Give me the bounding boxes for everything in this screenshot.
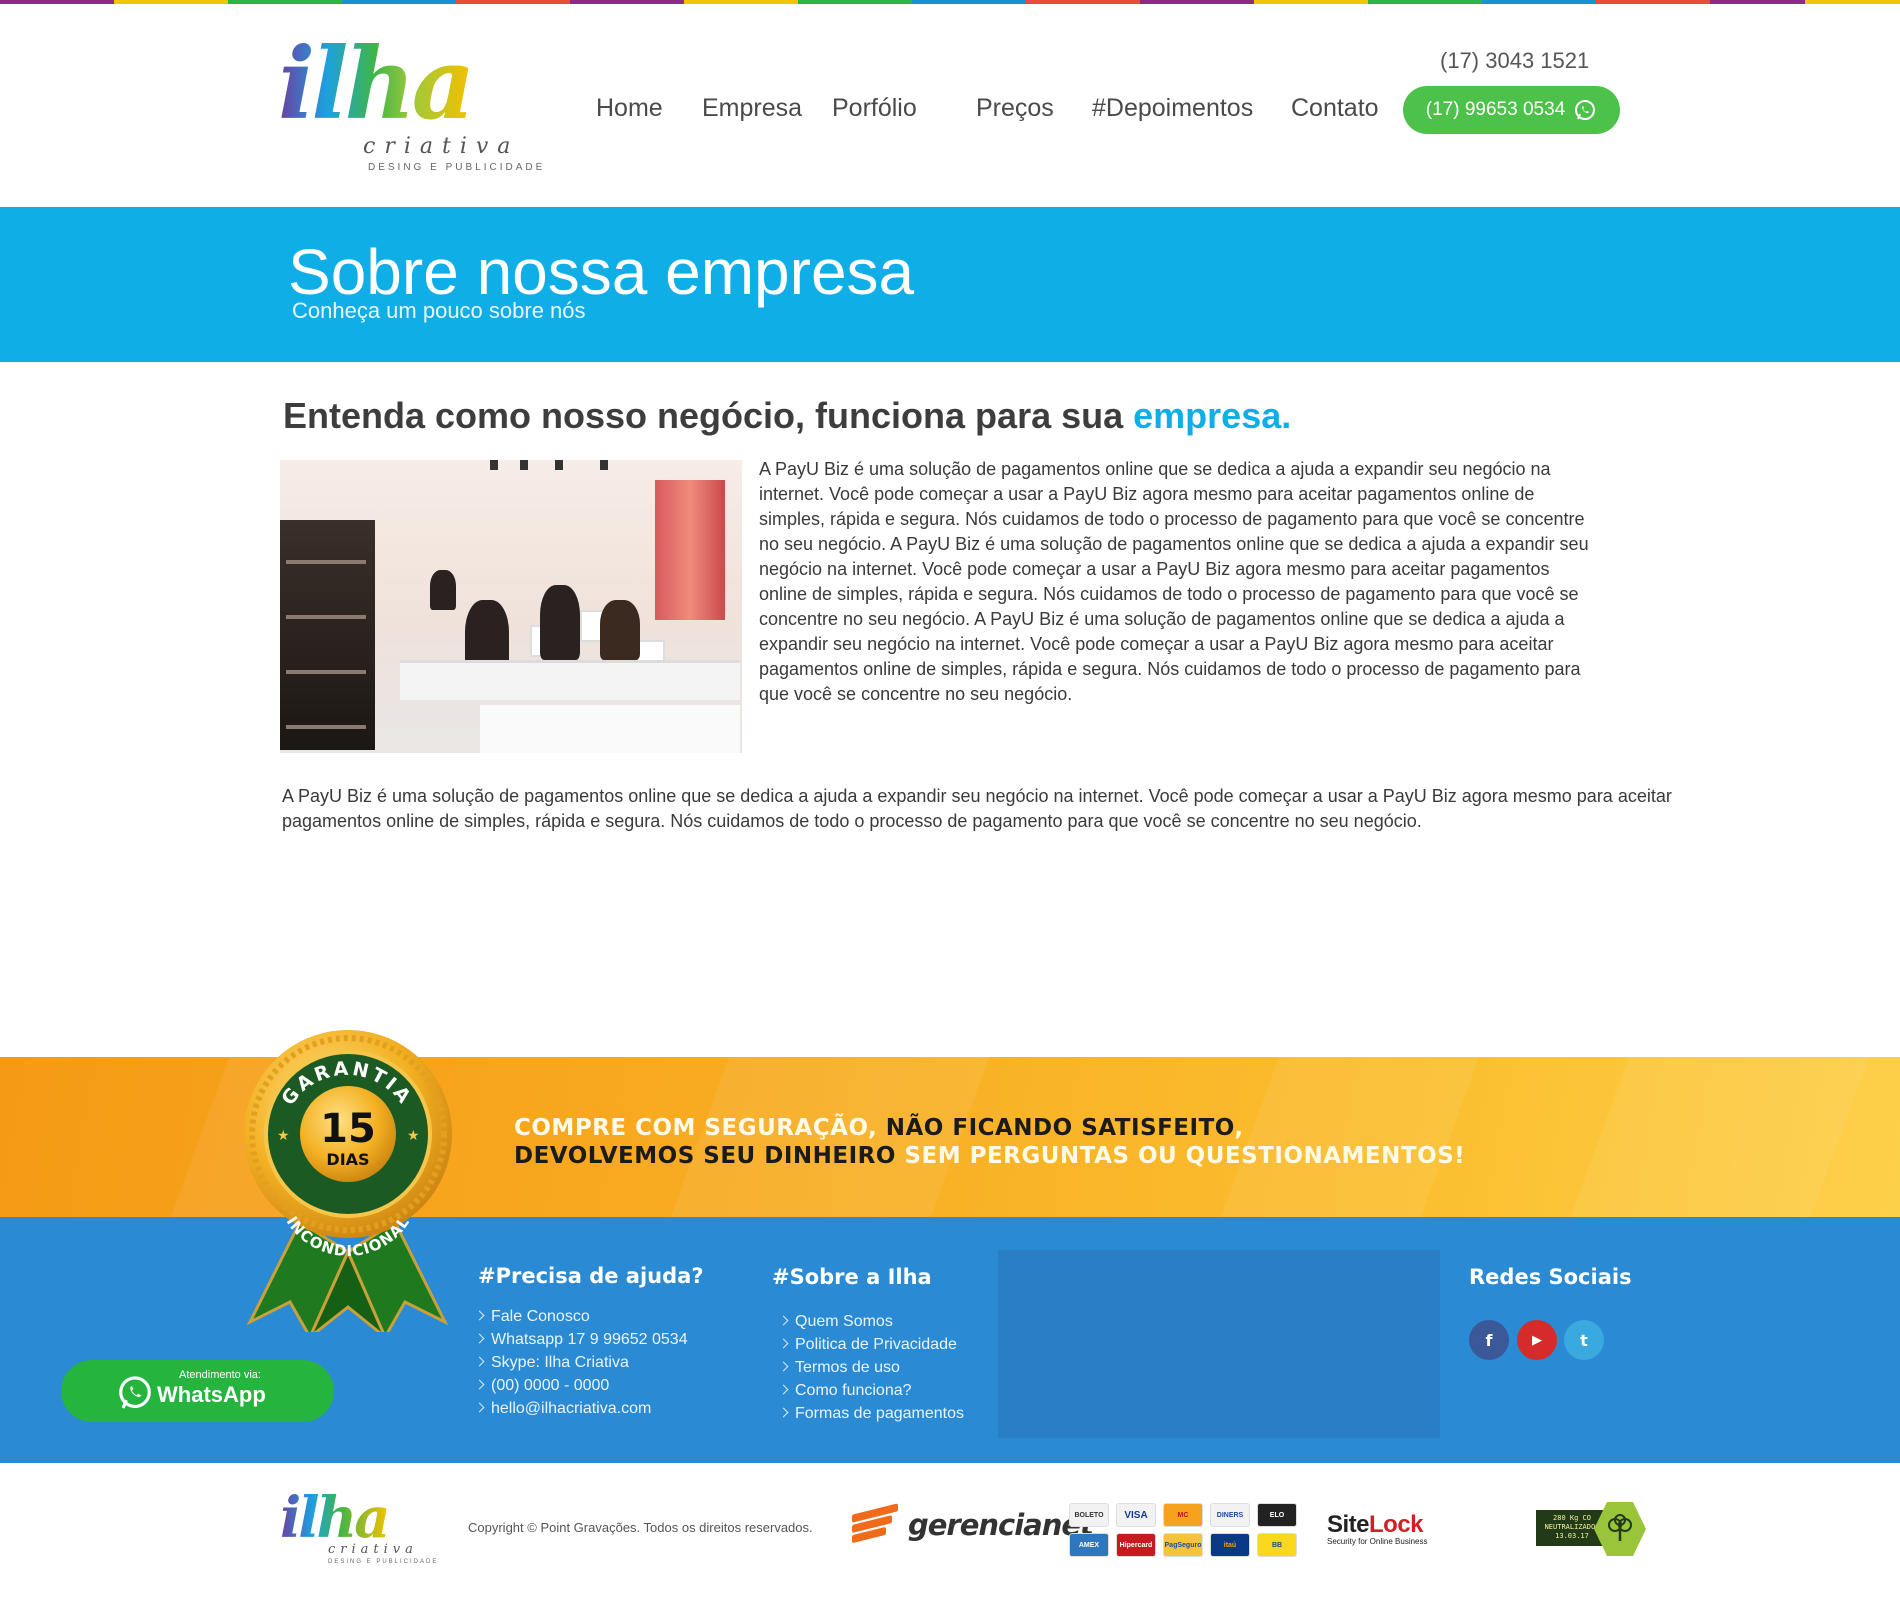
sitelock-site: Site: [1327, 1511, 1370, 1538]
nav-home[interactable]: Home: [596, 94, 663, 123]
payment-methods: BOLETO VISA MC DINERS ELO AMEX Hipercard…: [1069, 1503, 1297, 1557]
help-item-email[interactable]: hello@ilhacriativa.com: [475, 1397, 688, 1420]
footer-logo-word: ilha: [280, 1485, 391, 1551]
footer-logo-sub: criativa: [328, 1542, 418, 1557]
gerencianet-logo: gerencianet: [852, 1503, 1094, 1545]
guarantee-message: COMPRE COM SEGURAÇÃO, NÃO FICANDO SATISF…: [514, 1114, 1465, 1170]
guarantee-line2-b: SEM PERGUNTAS OU QUESTIONAMENTOS!: [895, 1143, 1466, 1169]
whatsapp-icon: [1575, 100, 1596, 120]
footer-logo[interactable]: ilha criativa DESING E PUBLICIDADE: [280, 1488, 440, 1568]
nav-portfolio[interactable]: Porfólio: [832, 94, 917, 123]
mastercard-icon: MC: [1163, 1503, 1203, 1527]
top-color-stripe: [0, 0, 1900, 4]
sitelock-lock: Lock: [1369, 1511, 1424, 1538]
pagseguro-icon: PagSeguro: [1163, 1533, 1203, 1557]
footer-logo-tagline: DESING E PUBLICIDADE: [328, 1559, 439, 1565]
help-item-skype[interactable]: Skype: Ilha Criativa: [475, 1351, 688, 1374]
about-title: #Sobre a Ilha: [772, 1265, 932, 1289]
help-title: #Precisa de ajuda?: [478, 1264, 704, 1288]
banco-do-brasil-icon: BB: [1257, 1533, 1297, 1557]
whatsapp-big-label: WhatsApp: [157, 1382, 266, 1407]
facebook-icon[interactable]: f: [1469, 1320, 1509, 1360]
visa-icon: VISA: [1116, 1503, 1156, 1527]
copyright-text: Copyright © Point Gravações. Todos os di…: [468, 1520, 813, 1535]
youtube-icon[interactable]: ▶: [1517, 1320, 1557, 1360]
svg-text:★: ★: [277, 1128, 290, 1144]
whatsapp-small-label: Atendimento via:: [179, 1369, 261, 1381]
carbon-neutral-badge: 280 Kg CO NEUTRALIZADOS 13.03.17: [1536, 1502, 1646, 1556]
nav-contato[interactable]: Contato: [1291, 94, 1379, 123]
guarantee-line1-c: ,: [1234, 1115, 1244, 1141]
sitelock-badge[interactable]: SiteLock Security for Online Business: [1327, 1511, 1428, 1546]
help-item-phone[interactable]: (00) 0000 - 0000: [475, 1374, 688, 1397]
header-whatsapp-number: (17) 99653 0534: [1425, 99, 1566, 120]
logo-sub: criativa: [363, 134, 520, 159]
about-item-quem-somos[interactable]: Quem Somos: [779, 1310, 964, 1333]
itau-icon: itaú: [1210, 1533, 1250, 1557]
help-item-fale-conosco[interactable]: Fale Conosco: [475, 1305, 688, 1328]
diners-icon: DINERS: [1210, 1503, 1250, 1527]
sitelock-tagline: Security for Online Business: [1327, 1537, 1428, 1546]
header-phone: (17) 3043 1521: [1440, 48, 1590, 73]
logo-word: ilha: [278, 27, 475, 142]
nav-depoimentos[interactable]: #Depoimentos: [1092, 94, 1253, 123]
about-list: Quem Somos Politica de Privacidade Termo…: [779, 1310, 964, 1425]
whatsapp-icon: [119, 1376, 151, 1409]
content-paragraph-1: A PayU Biz é uma solução de pagamentos o…: [759, 459, 1589, 704]
guarantee-line2-a: DEVOLVEMOS SEU DINHEIRO: [514, 1143, 896, 1169]
social-title: Redes Sociais: [1469, 1265, 1632, 1289]
gerencianet-text: gerencianet: [908, 1508, 1094, 1542]
office-photo: [280, 460, 742, 753]
header-whatsapp-button[interactable]: (17) 99653 0534: [1403, 86, 1620, 134]
map-embed[interactable]: [998, 1250, 1440, 1438]
content-heading-highlight: empresa.: [1133, 395, 1292, 436]
twitter-icon[interactable]: t: [1564, 1320, 1604, 1360]
carbon-line1: 280 Kg CO: [1553, 1514, 1591, 1522]
help-list: Fale Conosco Whatsapp 17 9 99652 0534 Sk…: [475, 1305, 688, 1420]
guarantee-line1-b: NÃO FICANDO SATISFEITO: [885, 1115, 1235, 1141]
about-item-como-funciona[interactable]: Como funciona?: [779, 1379, 964, 1402]
hipercard-icon: Hipercard: [1116, 1533, 1156, 1557]
page-subtitle: Conheça um pouco sobre nós: [292, 298, 586, 323]
about-item-pagamentos[interactable]: Formas de pagamentos: [779, 1402, 964, 1425]
seal-unit: DIAS: [326, 1150, 369, 1169]
about-item-termos[interactable]: Termos de uso: [779, 1356, 964, 1379]
page-banner: Sobre nossa empresa Conheça um pouco sob…: [0, 207, 1900, 362]
nav-precos[interactable]: Preços: [976, 94, 1054, 123]
whatsapp-chat-button[interactable]: Atendimento via: WhatsApp: [61, 1360, 334, 1422]
elo-icon: ELO: [1257, 1503, 1297, 1527]
svg-text:★: ★: [407, 1128, 420, 1144]
content-paragraph-2: A PayU Biz é uma solução de pagamentos o…: [282, 786, 1672, 831]
gerencianet-mark-icon: [852, 1503, 900, 1545]
amex-icon: AMEX: [1069, 1533, 1109, 1557]
guarantee-seal-icon: GARANTIA INCONDICIONAL 15 DIAS ★ ★: [244, 1030, 452, 1332]
nav-empresa[interactable]: Empresa: [702, 94, 802, 123]
content-heading: Entenda como nosso negócio, funciona par…: [283, 395, 1291, 437]
ilha-logo[interactable]: ilha criativa DESING E PUBLICIDADE: [278, 30, 548, 175]
help-item-whatsapp[interactable]: Whatsapp 17 9 99652 0534: [475, 1328, 688, 1351]
guarantee-line1-a: COMPRE COM SEGURAÇÃO,: [514, 1115, 886, 1141]
seal-number: 15: [320, 1106, 376, 1152]
boleto-icon: BOLETO: [1069, 1503, 1109, 1527]
content-heading-main: Entenda como nosso negócio, funciona par…: [283, 395, 1134, 436]
logo-tagline: DESING E PUBLICIDADE: [368, 162, 546, 173]
about-item-privacidade[interactable]: Politica de Privacidade: [779, 1333, 964, 1356]
